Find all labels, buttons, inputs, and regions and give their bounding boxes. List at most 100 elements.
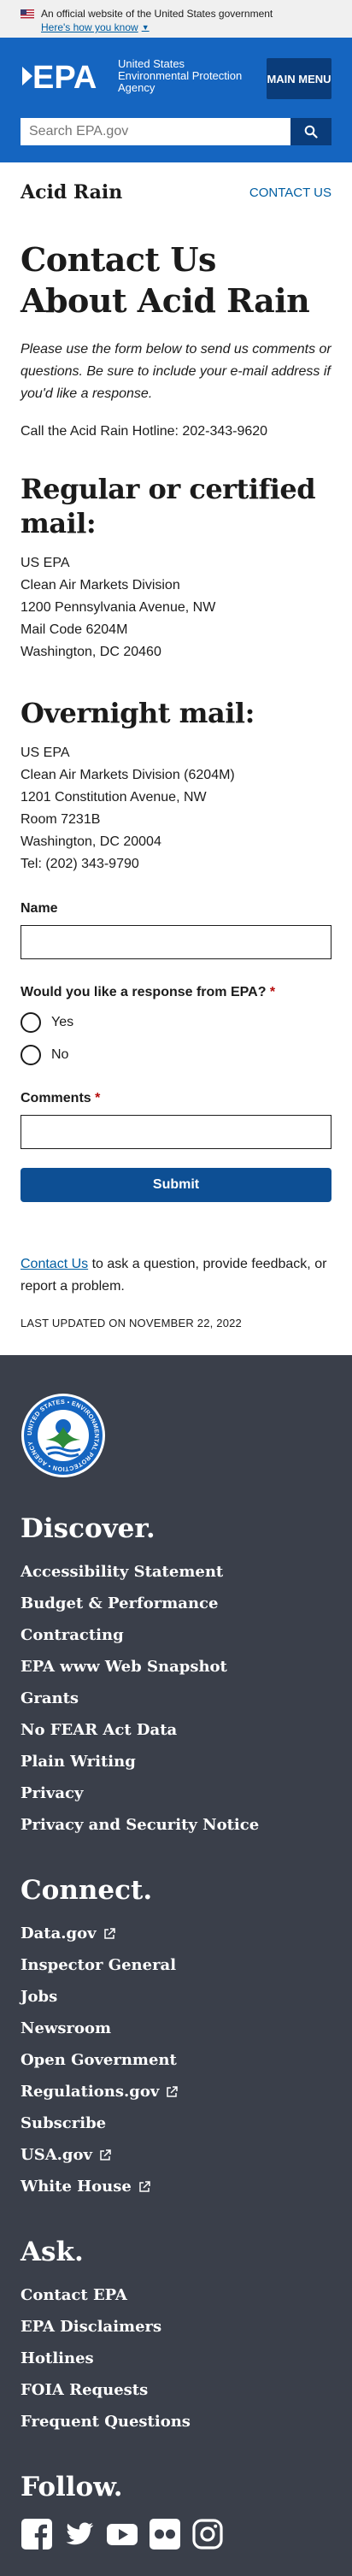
name-label: Name [21,901,58,916]
last-updated: LAST UPDATED ON NOVEMBER 22, 2022 [21,1317,242,1329]
yes-radio[interactable] [21,1012,41,1033]
footer-link[interactable]: Grants [21,1683,331,1714]
main-content: Acid Rain CONTACT US Contact Us About Ac… [0,162,352,1329]
footer-link-label: Data.gov [21,1925,97,1942]
footer-link[interactable]: Privacy [21,1777,331,1809]
epa-seal-icon[interactable]: UNITED STATES • ENVIRONMENTAL PROTECTION… [21,1393,106,1478]
address-line: 1200 Pennsylvania Avenue, NW [21,600,216,615]
footer-link[interactable]: Contracting [21,1619,331,1651]
agency-name: United States Environmental Protection A… [118,57,243,94]
footer-link-external[interactable]: USA.gov [21,2139,331,2171]
footer-link[interactable]: Hotlines [21,2343,331,2374]
no-radio[interactable] [21,1045,41,1065]
gov-banner: An official website of the United States… [0,0,352,38]
name-input[interactable] [21,925,331,959]
external-link-icon [100,2149,111,2160]
page-title: Contact Us About Acid Rain [21,240,310,320]
comments-label: Comments * [21,1091,331,1106]
footer-link[interactable]: Budget & Performance [21,1588,331,1619]
ask-list: Contact EPA EPA Disclaimers Hotlines FOI… [21,2279,331,2437]
flickr-icon[interactable] [149,2518,181,2550]
connect-heading: Connect. [21,1875,153,1906]
footer-link[interactable]: FOIA Requests [21,2374,331,2406]
address-line: Tel: (202) 343-9790 [21,857,139,871]
footer-link-label: White House [21,2178,132,2196]
epa-logo[interactable]: EPA United States Environmental Protecti… [21,58,246,94]
footer-link-external[interactable]: Data.gov [21,1918,331,1949]
main-menu-button[interactable]: MAIN MENU [267,58,331,99]
overnight-mail-address: US EPA Clean Air Markets Division (6204M… [21,742,331,875]
instagram-icon[interactable] [191,2518,224,2550]
footer-link-label: USA.gov [21,2146,92,2164]
how-you-know-link[interactable]: Here's how you know ▼ [41,21,150,34]
footer-link-external[interactable]: White House [21,2171,331,2202]
footer-link[interactable]: No FEAR Act Data [21,1714,331,1746]
yes-option[interactable]: Yes [21,1012,331,1033]
address-line: Clean Air Markets Division (6204M) [21,768,235,782]
contact-info: Contact Us to ask a question, provide fe… [21,1253,331,1298]
social-links [21,2518,331,2550]
epa-logo-icon: EPA [22,60,97,92]
address-line: Room 7231B [21,812,101,827]
footer-link[interactable]: Frequent Questions [21,2406,331,2437]
ask-heading: Ask. [21,2237,84,2267]
hotline-text: Call the Acid Rain Hotline: 202-343-9620 [21,424,268,439]
us-flag-icon [21,9,34,19]
official-site-text: An official website of the United States… [41,8,273,20]
yes-label: Yes [51,1015,74,1029]
footer-link[interactable]: Contact EPA [21,2279,331,2311]
submit-button[interactable]: Submit [21,1168,331,1202]
address-line: Mail Code 6204M [21,622,128,637]
address-line: Washington, DC 20460 [21,645,161,659]
connect-list: Data.gov Inspector General Jobs Newsroom… [21,1918,331,2202]
address-line: 1201 Constitution Avenue, NW [21,790,207,805]
address-line: Clean Air Markets Division [21,578,180,592]
topic-header: Acid Rain CONTACT US [21,162,331,205]
footer-link[interactable]: Open Government [21,2044,331,2076]
discover-heading: Discover. [21,1513,155,1544]
address-line: US EPA [21,746,70,760]
footer-link[interactable]: EPA www Web Snapshot [21,1651,331,1683]
comments-input[interactable] [21,1115,331,1149]
required-marker: * [269,985,276,999]
footer-link[interactable]: Jobs [21,1981,331,2013]
topic-title: Acid Rain [21,181,123,203]
site-footer: UNITED STATES • ENVIRONMENTAL PROTECTION… [0,1355,352,2576]
search-input[interactable] [21,118,290,145]
external-link-icon [167,2085,179,2097]
twitter-icon[interactable] [63,2518,96,2550]
chevron-down-icon: ▼ [141,23,150,32]
external-link-icon [139,2180,150,2192]
response-label: Would you like a response from EPA? * [21,985,331,1000]
how-you-know-label: Here's how you know [41,21,138,33]
search-bar [21,118,331,145]
footer-link-label: Regulations.gov [21,2083,160,2101]
no-option[interactable]: No [21,1045,331,1065]
search-button[interactable] [290,118,331,145]
footer-link[interactable]: Privacy and Security Notice [21,1809,331,1841]
footer-link[interactable]: Subscribe [21,2107,331,2139]
external-link-icon [103,1927,115,1939]
youtube-icon[interactable] [106,2518,138,2550]
footer-link[interactable]: Inspector General [21,1949,331,1981]
site-header: EPA United States Environmental Protecti… [0,38,352,162]
footer-link-external[interactable]: Regulations.gov [21,2076,331,2107]
regular-mail-address: US EPA Clean Air Markets Division 1200 P… [21,552,331,663]
footer-link[interactable]: Accessibility Statement [21,1556,331,1588]
footer-link[interactable]: Plain Writing [21,1746,331,1777]
contact-form: Name Would you like a response from EPA?… [21,901,331,1202]
contact-us-link[interactable]: CONTACT US [249,186,331,200]
contact-us-inline-link[interactable]: Contact Us [21,1257,88,1271]
comments-label-text: Comments [21,1091,91,1105]
footer-link[interactable]: Newsroom [21,2013,331,2044]
follow-heading: Follow. [21,2472,123,2502]
address-line: Washington, DC 20004 [21,834,161,849]
no-label: No [51,1047,69,1062]
footer-link[interactable]: EPA Disclaimers [21,2311,331,2343]
search-icon [304,125,318,139]
logo-wordmark: EPA [32,60,97,92]
discover-list: Accessibility Statement Budget & Perform… [21,1556,331,1841]
facebook-icon[interactable] [21,2518,53,2550]
required-marker: * [95,1091,101,1105]
address-line: US EPA [21,556,70,570]
